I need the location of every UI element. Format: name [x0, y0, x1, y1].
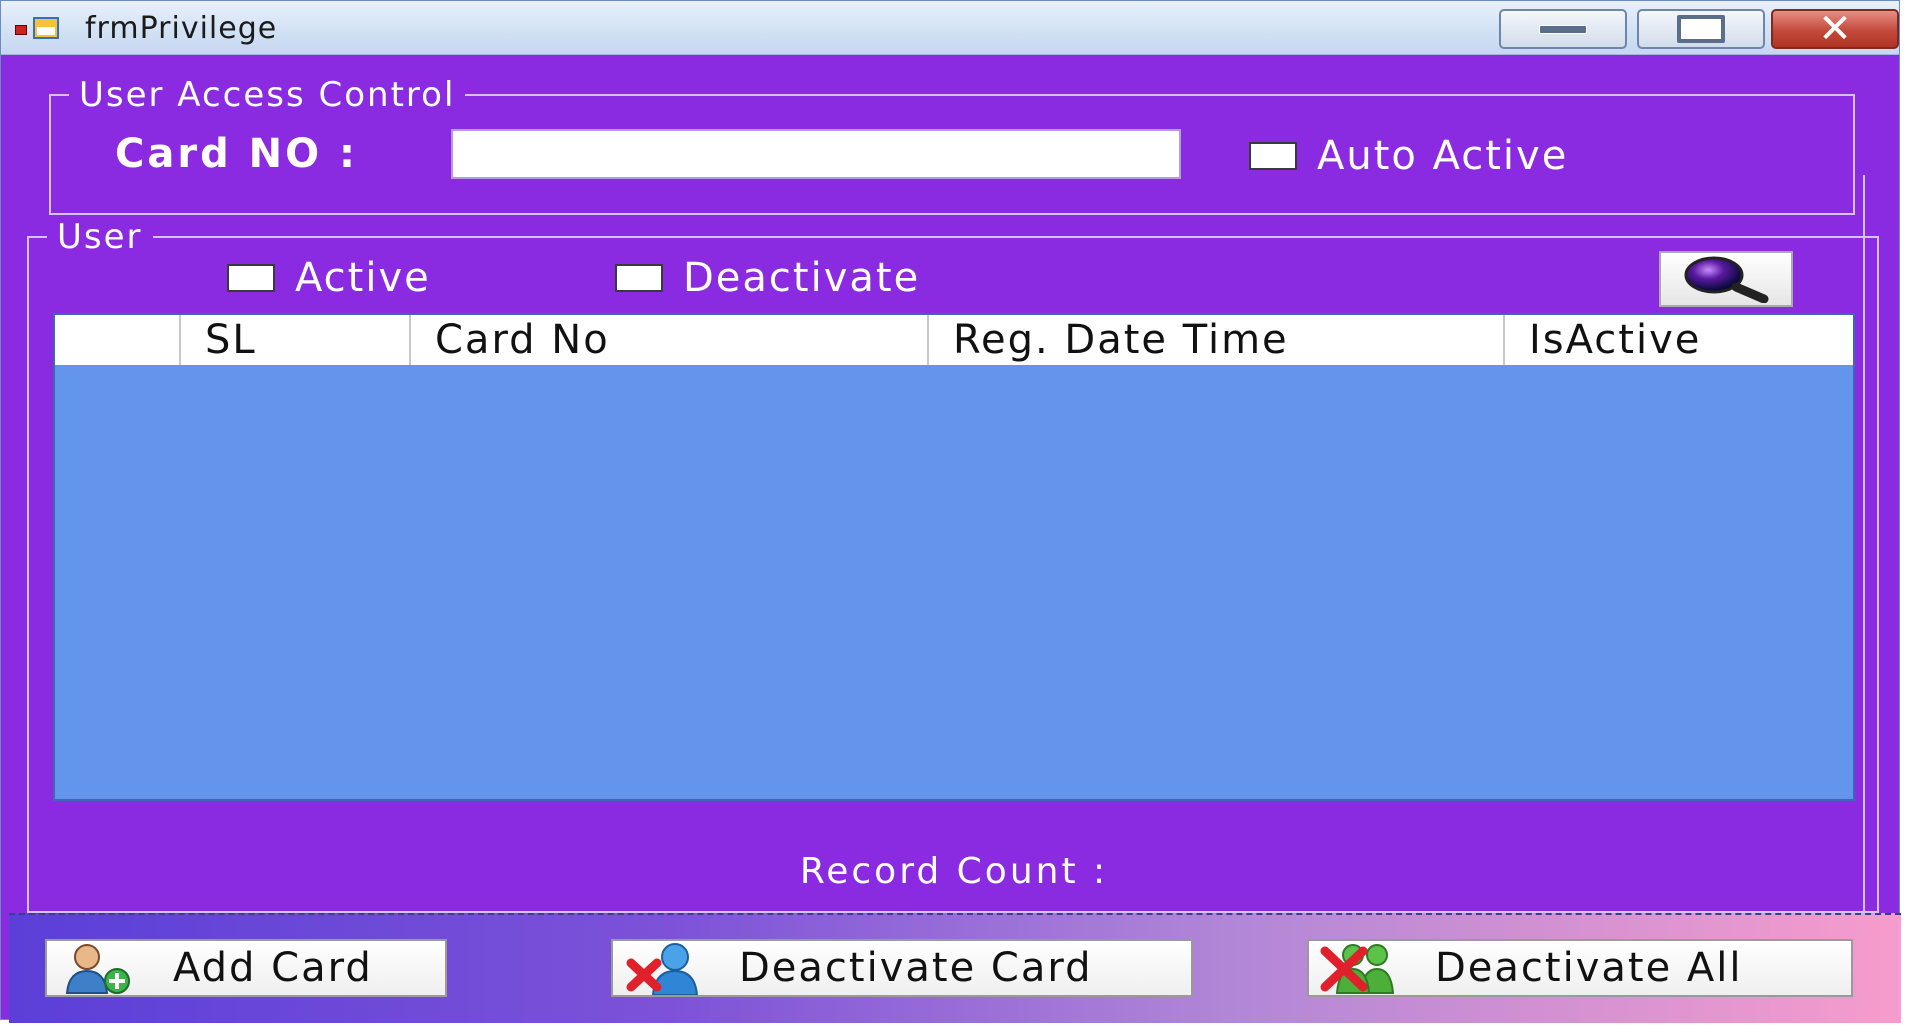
deactivate-checkbox[interactable]: Deactivate [615, 255, 920, 301]
add-card-button[interactable]: Add Card [45, 939, 447, 997]
privilege-window: frmPrivilege ✕ User Access Control Card … [0, 0, 1901, 1023]
active-checkbox[interactable]: Active [227, 255, 431, 301]
remove-users-icon [1320, 944, 1395, 994]
grid-header-sl[interactable]: SL [181, 315, 411, 365]
maximize-icon [1677, 15, 1725, 43]
deactivate-card-label: Deactivate Card [739, 945, 1093, 991]
user-access-control-legend: User Access Control [79, 75, 456, 115]
grid-header: SL Card No Reg. Date Time IsActive [55, 315, 1853, 365]
grid-header-reg-date-time[interactable]: Reg. Date Time [929, 315, 1505, 365]
grid-header-select[interactable] [55, 315, 181, 365]
remove-user-icon [626, 943, 699, 995]
grid-header-card-no[interactable]: Card No [411, 315, 929, 365]
record-count: Record Count : [9, 851, 1899, 892]
deactivate-checkbox-box[interactable] [615, 264, 663, 292]
deactivate-all-label: Deactivate All [1435, 945, 1743, 991]
active-checkbox-box[interactable] [227, 264, 275, 292]
bottom-toolbar: Add Card Deactivate Card Deactivate All [9, 913, 1901, 1023]
deactivate-card-button[interactable]: Deactivate Card [611, 939, 1193, 997]
grid-header-isactive[interactable]: IsActive [1505, 315, 1853, 365]
record-count-label: Record Count : [799, 851, 1109, 892]
card-no-label: Card NO : [115, 131, 359, 177]
active-label: Active [295, 255, 431, 301]
app-icon [15, 17, 61, 43]
form-client-area: User Access Control Card NO : Auto Activ… [9, 55, 1901, 1023]
close-icon: ✕ [1818, 6, 1852, 52]
maximize-button[interactable] [1637, 9, 1765, 49]
user-legend: User [57, 217, 143, 257]
magnifier-icon [1684, 256, 1769, 303]
minimize-button[interactable] [1499, 9, 1627, 49]
add-card-label: Add Card [173, 945, 373, 991]
minimize-icon [1539, 24, 1587, 34]
card-no-input[interactable] [451, 129, 1181, 179]
title-bar[interactable]: frmPrivilege ✕ [1, 1, 1899, 55]
window-title: frmPrivilege [85, 11, 278, 46]
auto-active-checkbox[interactable]: Auto Active [1249, 133, 1568, 179]
search-button[interactable] [1659, 251, 1793, 307]
user-data-grid[interactable]: SL Card No Reg. Date Time IsActive [53, 313, 1855, 801]
auto-active-checkbox-box[interactable] [1249, 142, 1297, 170]
deactivate-label: Deactivate [683, 255, 921, 301]
close-button[interactable]: ✕ [1771, 9, 1899, 49]
deactivate-all-button[interactable]: Deactivate All [1307, 939, 1853, 997]
add-user-icon [65, 944, 130, 994]
auto-active-label: Auto Active [1317, 133, 1569, 179]
